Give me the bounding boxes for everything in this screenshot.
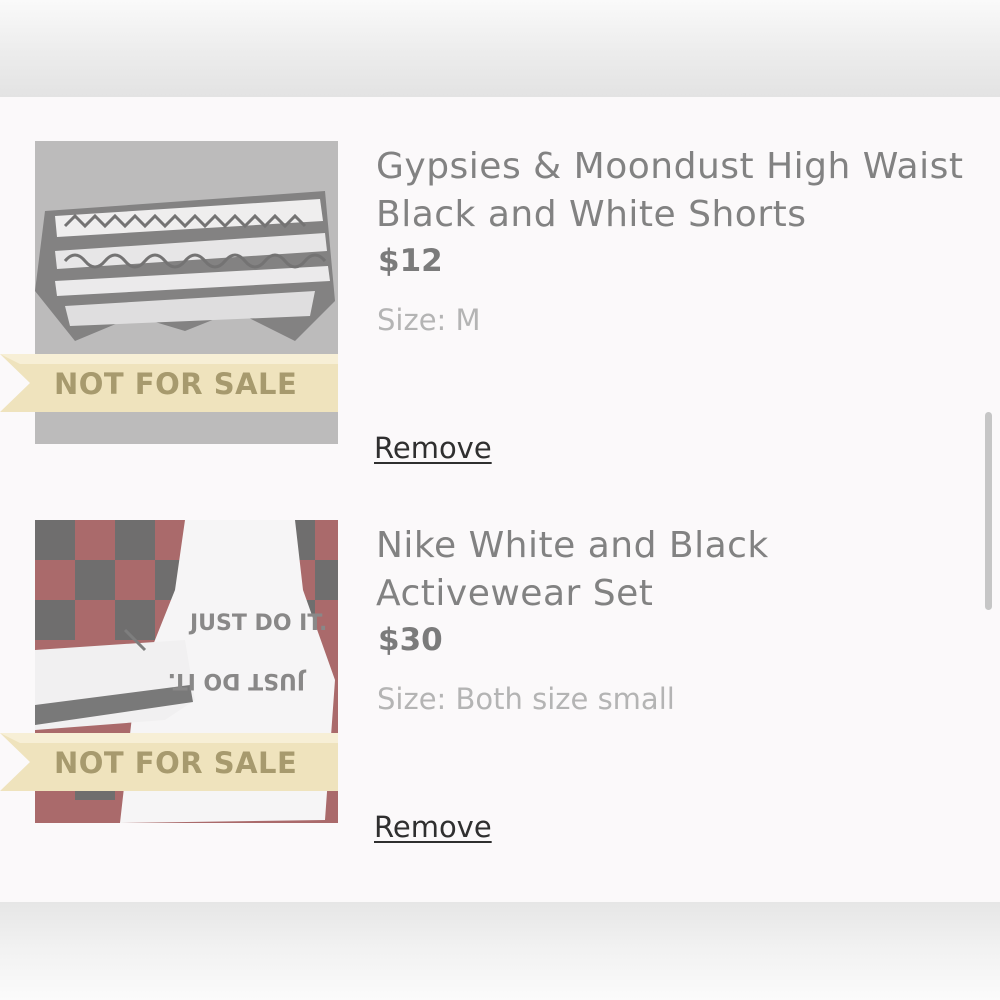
top-fade: [0, 0, 1000, 97]
badge-label: NOT FOR SALE: [54, 367, 298, 401]
title-line-2: Black and White Shorts: [376, 194, 807, 235]
not-for-sale-badge: NOT FOR SALE: [0, 354, 338, 412]
product-price: $30: [378, 622, 443, 658]
not-for-sale-badge: NOT FOR SALE: [0, 733, 338, 791]
title-line-1: Gypsies & Moondust High Waist: [376, 146, 964, 187]
title-line-1: Nike White and Black: [376, 525, 769, 566]
remove-link[interactable]: Remove: [374, 810, 492, 844]
bottom-fade: [0, 902, 1000, 1000]
scrollbar[interactable]: [985, 412, 992, 610]
svg-text:JUST DO IT.: JUST DO IT.: [168, 668, 307, 693]
item-list: NOT FOR SALE Gypsies & Moondust High Wai…: [0, 97, 1000, 902]
product-price: $12: [378, 243, 443, 279]
product-size: Size: M: [377, 303, 481, 337]
svg-text:JUST DO IT.: JUST DO IT.: [188, 611, 327, 636]
list-item: NOT FOR SALE Gypsies & Moondust High Wai…: [0, 141, 1000, 481]
product-size: Size: Both size small: [377, 682, 675, 716]
badge-label: NOT FOR SALE: [54, 746, 298, 780]
product-title[interactable]: Gypsies & Moondust High Waist Black and …: [376, 143, 976, 239]
title-line-2: Activewear Set: [376, 573, 654, 614]
remove-link[interactable]: Remove: [374, 431, 492, 465]
product-title[interactable]: Nike White and Black Activewear Set: [376, 522, 976, 618]
list-item: JUST DO IT. JUST DO IT. NOT FOR SALE Nik…: [0, 520, 1000, 860]
